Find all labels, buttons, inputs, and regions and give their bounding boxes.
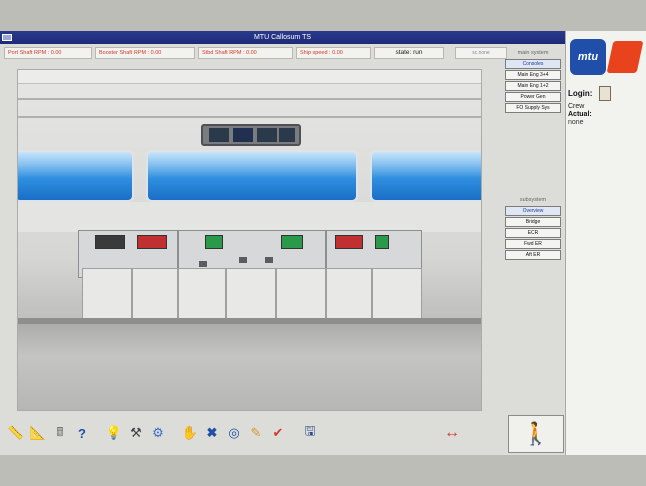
bridge-window	[18, 150, 134, 202]
subsystem-item-aft-er[interactable]: Aft ER	[505, 250, 561, 260]
desk-panel	[372, 268, 422, 320]
ruler-icon[interactable]: 📏	[6, 423, 26, 443]
main-system-heading: main system	[517, 50, 549, 56]
window-title: MTU Callosum TS	[253, 34, 312, 41]
login-door-icon[interactable]	[599, 86, 611, 101]
console-screen	[205, 235, 223, 249]
menu-item-fo-supply[interactable]: FO Supply Sys	[505, 103, 561, 113]
desk-panel	[132, 268, 178, 320]
floor-step	[18, 318, 481, 324]
ceiling-line	[18, 116, 481, 118]
console-screen	[335, 235, 363, 249]
ceiling-line	[18, 98, 481, 100]
console-screen	[137, 235, 167, 249]
bridge-wall	[18, 202, 481, 232]
ruler2-icon[interactable]: 📐	[28, 423, 48, 443]
booster-shaft-rpm: Booster Shaft RPM : 0.00	[95, 47, 195, 59]
menu-item-main-eng-3-4[interactable]: Main Eng 3+4	[505, 70, 561, 80]
login-label: Login:	[568, 89, 593, 98]
bridge-window	[370, 150, 481, 202]
check-icon[interactable]: ✔	[268, 423, 288, 443]
hand-icon[interactable]: ✋	[180, 423, 200, 443]
desk-panel	[326, 268, 372, 320]
console-knob	[199, 261, 207, 267]
status-bar: Port Shaft RPM : 0.00 Booster Shaft RPM …	[0, 46, 565, 60]
overhead-screen	[233, 128, 253, 142]
overhead-screen	[209, 128, 229, 142]
menu-item-power-gen[interactable]: Power Gen	[505, 92, 561, 102]
help-icon[interactable]: ?	[72, 423, 92, 443]
port-shaft-rpm: Port Shaft RPM : 0.00	[4, 47, 92, 59]
system-menu-icon[interactable]	[2, 34, 12, 41]
menu-item-consoles[interactable]: Consoles	[505, 59, 561, 69]
overhead-screen	[279, 128, 295, 142]
console-screen	[375, 235, 389, 249]
exit-icon[interactable]: 🚶	[508, 415, 564, 453]
state-indicator: state: run	[374, 47, 444, 59]
title-bar: MTU Callosum TS	[0, 31, 565, 44]
actual-label: Actual:	[568, 111, 592, 118]
subsystem-item-bridge[interactable]: Bridge	[505, 217, 561, 227]
console-knob	[239, 257, 247, 263]
bottom-toolbar: 📏 📐 🖩 ? 💡 ⚒ ⚙ ✋ ✖ ◎ ✎ ✔ 🖫 ↔	[0, 411, 505, 455]
ship-speed: Ship speed : 0.00	[296, 47, 371, 59]
menu-item-main-eng-1-2[interactable]: Main Eng 1+2	[505, 81, 561, 91]
overhead-monitor[interactable]	[201, 124, 301, 146]
subsystem-item-overview[interactable]: Overview	[505, 206, 561, 216]
subsystem-item-ecr[interactable]: ECR	[505, 228, 561, 238]
mtu-logo: mtu	[570, 37, 645, 77]
mtu-logo-mark: mtu	[570, 39, 606, 75]
subsystem-heading: subsystem	[519, 197, 547, 203]
console-screen	[281, 235, 303, 249]
desk-panel	[276, 268, 326, 320]
actual-value: none	[568, 119, 584, 126]
cancel-icon[interactable]: ✖	[202, 423, 222, 443]
desk-panel	[226, 268, 276, 320]
console-screen	[95, 235, 125, 249]
save-icon[interactable]: 🖫	[300, 423, 320, 443]
crew-label: Crew	[568, 103, 585, 110]
connect-icon[interactable]: ↔	[442, 423, 462, 443]
menu-spacer	[503, 114, 563, 195]
app-window: MTU Callosum TS Port Shaft RPM : 0.00 Bo…	[0, 31, 646, 455]
subsystem-item-fwd-er[interactable]: Fwd ER	[505, 239, 561, 249]
status-small-box: sc.none	[455, 47, 507, 59]
system-menu: main system Consoles Main Eng 3+4 Main E…	[503, 48, 563, 418]
tools-icon[interactable]: ⚒	[126, 423, 146, 443]
side-panel: mtu Login: Crew Actual: none	[565, 31, 646, 455]
console-knob	[265, 257, 273, 263]
ceiling	[18, 70, 481, 84]
bridge-window	[146, 150, 358, 202]
edit-icon[interactable]: ✎	[246, 423, 266, 443]
target-icon[interactable]: ◎	[224, 423, 244, 443]
bridge-floor	[18, 318, 481, 410]
desk-panel	[82, 268, 132, 320]
calculator-icon[interactable]: 🖩	[50, 423, 70, 443]
bulb-icon[interactable]: 💡	[104, 423, 124, 443]
bridge-scene[interactable]	[17, 69, 482, 411]
stbd-shaft-rpm: Stbd Shaft RPM : 0.00	[198, 47, 293, 59]
desk-panel	[178, 268, 226, 320]
gear-icon[interactable]: ⚙	[148, 423, 168, 443]
overhead-screen	[257, 128, 277, 142]
mtu-logo-accent	[606, 41, 644, 73]
